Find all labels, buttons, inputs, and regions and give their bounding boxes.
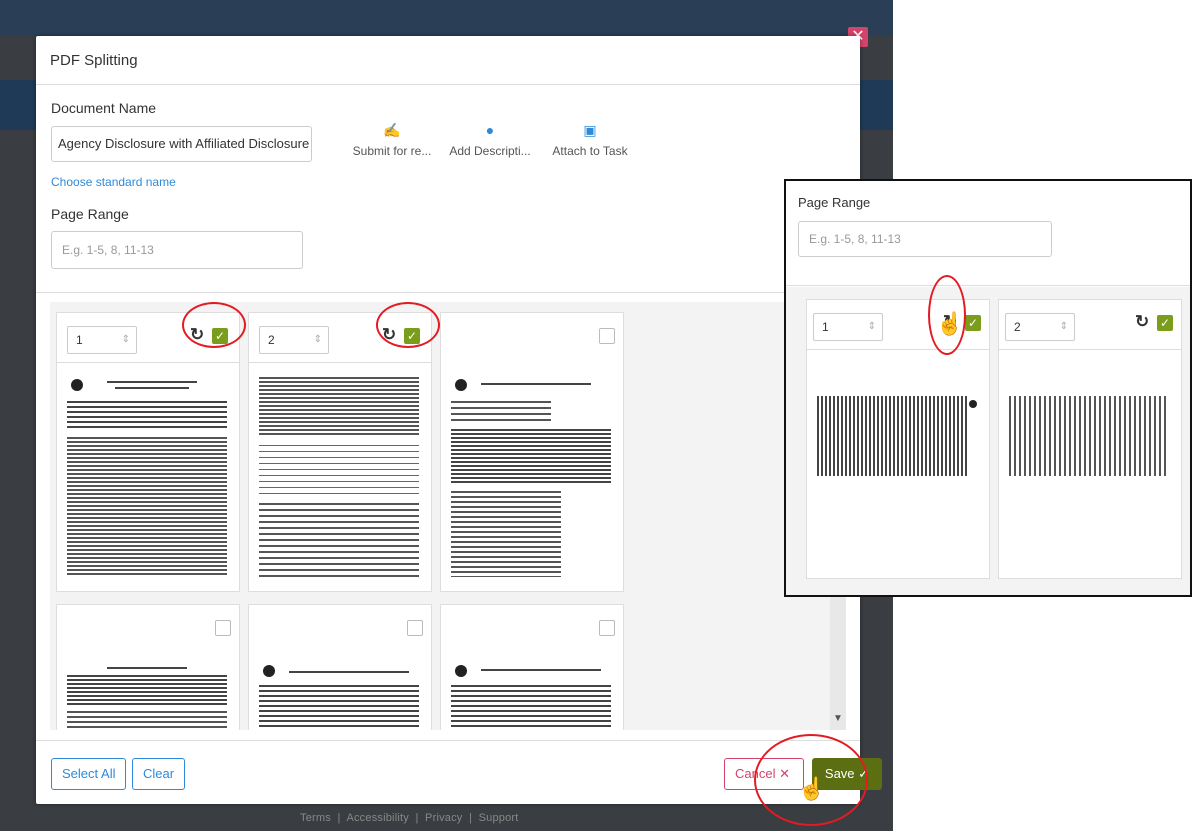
page-card[interactable]: [56, 604, 240, 730]
page-thumbnail: [259, 665, 419, 730]
checked-checkbox[interactable]: ✓: [965, 315, 981, 331]
divider: [36, 740, 860, 741]
page-number-value: 2: [1014, 320, 1021, 334]
card-header: [441, 313, 623, 363]
stepper-arrows-icon: ⇕: [121, 334, 130, 345]
page-card[interactable]: [248, 604, 432, 730]
stepper-arrows-icon: ⇕: [313, 334, 322, 345]
clipboard-check-icon: ▣: [583, 122, 597, 138]
footer-link-support[interactable]: Support: [479, 812, 519, 824]
add-description-button[interactable]: ● Add Descripti...: [440, 122, 540, 158]
page-card[interactable]: 1 ⇕ ↻ ✓: [56, 312, 240, 592]
page-range-input[interactable]: E.g. 1-5, 8, 11-13: [51, 231, 303, 269]
unchecked-checkbox[interactable]: [599, 620, 615, 636]
add-description-label: Add Descripti...: [449, 144, 531, 158]
app-header: [0, 0, 893, 36]
page-number-stepper[interactable]: 1 ⇕: [67, 326, 137, 354]
page-card[interactable]: 2 ⇕ ↻ ✓: [248, 312, 432, 592]
page-number-stepper[interactable]: 1 ⇕: [813, 313, 883, 341]
page-card[interactable]: [440, 312, 624, 592]
document-name-input[interactable]: Agency Disclosure with Affiliated Disclo…: [51, 126, 312, 162]
highlight-ring: [754, 734, 868, 826]
divider: [36, 84, 860, 85]
select-all-button[interactable]: Select All: [51, 758, 127, 790]
rotate-icon[interactable]: ↻: [1135, 312, 1149, 332]
highlight-ring: [376, 302, 440, 348]
page-grid: 1 ⇕ ↻ ✓ 2 ⇕ ↻ ✓ ▼: [50, 302, 846, 730]
card-header: [249, 605, 431, 655]
card-header: [57, 605, 239, 655]
footer-link-privacy[interactable]: Privacy: [425, 812, 462, 824]
pdf-splitting-modal: PDF Splitting Document Name Agency Discl…: [36, 36, 882, 826]
attach-to-task-label: Attach to Task: [552, 144, 628, 158]
stepper-arrows-icon: ⇕: [867, 321, 876, 332]
clear-button[interactable]: Clear: [132, 758, 186, 790]
page-thumbnail: [451, 373, 611, 583]
submit-for-review-label: Submit for re...: [352, 144, 432, 158]
stepper-arrows-icon: ⇕: [1059, 321, 1068, 332]
choose-standard-name-link[interactable]: Choose standard name: [51, 175, 176, 189]
page-number-value: 2: [268, 333, 275, 347]
page-footer: Terms | Accessibility | Privacy | Suppor…: [300, 812, 519, 824]
checked-checkbox[interactable]: ✓: [1157, 315, 1173, 331]
page-card[interactable]: [440, 604, 624, 730]
unchecked-checkbox[interactable]: [407, 620, 423, 636]
page-number-value: 1: [822, 320, 829, 334]
document-name-label: Document Name: [51, 100, 157, 116]
footer-link-terms[interactable]: Terms: [300, 812, 331, 824]
card-header: [441, 605, 623, 655]
page-thumbnail: [451, 665, 611, 730]
page-number-stepper[interactable]: 2 ⇕: [259, 326, 329, 354]
page-number-stepper[interactable]: 2 ⇕: [1005, 313, 1075, 341]
page-thumbnail: [259, 373, 419, 583]
footer-link-accessibility[interactable]: Accessibility: [346, 812, 409, 824]
zoom-page-grid: 1 ⇕ ↻ ✓ 2 ⇕ ↻ ✓ ☝: [786, 275, 1190, 595]
page-card[interactable]: 2 ⇕ ↻ ✓: [998, 299, 1182, 579]
scroll-down-icon[interactable]: ▼: [830, 713, 846, 724]
zoom-page-range-label: Page Range: [798, 195, 871, 210]
divider: [36, 292, 860, 293]
info-icon: ●: [485, 122, 495, 138]
unchecked-checkbox[interactable]: [215, 620, 231, 636]
zoom-callout: Page Range E.g. 1-5, 8, 11-13 1 ⇕ ↻ ✓ 2 ⇕ …: [784, 179, 1192, 597]
divider: [786, 285, 1190, 286]
attach-to-task-button[interactable]: ▣ Attach to Task: [540, 122, 640, 158]
unchecked-checkbox[interactable]: [599, 328, 615, 344]
highlight-ring: [928, 275, 966, 355]
signature-icon: ✍: [383, 122, 401, 138]
page-thumbnail: [817, 396, 977, 476]
modal-title: PDF Splitting: [50, 52, 138, 69]
highlight-ring: [182, 302, 246, 348]
page-thumbnail: [67, 665, 227, 730]
page-range-label: Page Range: [51, 206, 129, 222]
card-header: 2 ⇕ ↻ ✓: [999, 300, 1181, 350]
zoom-page-range-input[interactable]: E.g. 1-5, 8, 11-13: [798, 221, 1052, 257]
page-thumbnail: [67, 373, 227, 583]
page-thumbnail: [1009, 396, 1169, 476]
page-number-value: 1: [76, 333, 83, 347]
page-card[interactable]: 1 ⇕ ↻ ✓: [806, 299, 990, 579]
submit-for-review-button[interactable]: ✍ Submit for re...: [342, 122, 442, 158]
